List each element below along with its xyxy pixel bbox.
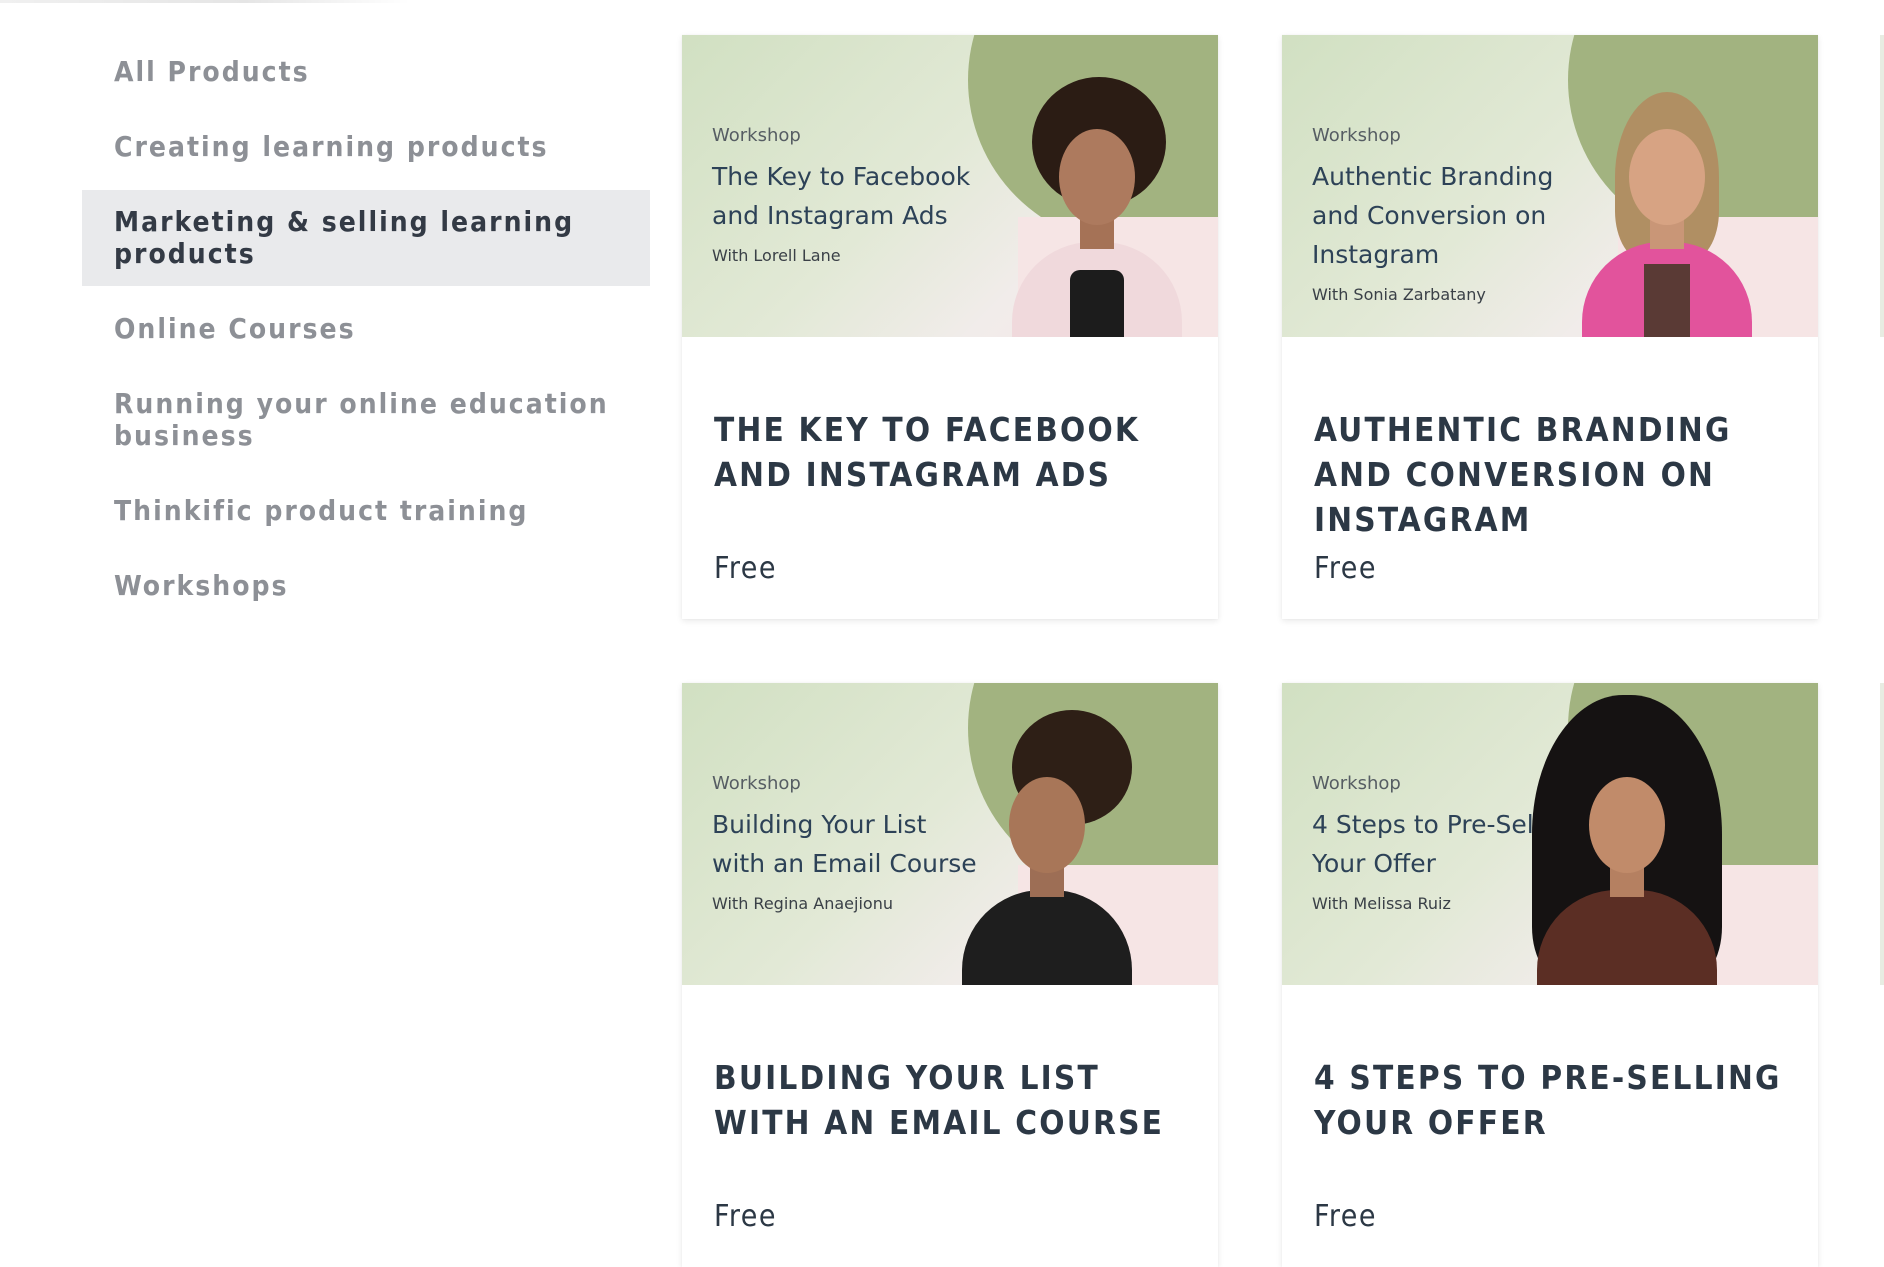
banner-eyebrow: Workshop [712, 773, 801, 794]
banner-title: Building Your List with an Email Course [712, 810, 977, 878]
product-banner-image[interactable]: Workshop Authentic Branding and Conversi… [1282, 35, 1818, 337]
product-card[interactable]: Workshop Authentic Branding and Conversi… [1282, 35, 1818, 619]
banner-eyebrow: Workshop [1312, 125, 1401, 146]
product-banner-image[interactable]: Workshop 4 Steps to Pre-Selling Your Off… [1282, 683, 1818, 985]
product-price: Free [1314, 1199, 1377, 1234]
instructor-photo [1492, 685, 1752, 985]
product-banner-image[interactable]: Workshop Building Your List with an Emai… [682, 683, 1218, 985]
product-price: Free [714, 551, 777, 586]
instructor-photo [952, 695, 1142, 985]
category-thinkific-training[interactable]: Thinkific product training [82, 479, 650, 543]
product-card[interactable]: Workshop The Key to Facebook and Instagr… [682, 35, 1218, 619]
banner-title: The Key to Facebook and Instagram Ads [712, 162, 971, 230]
product-title[interactable]: BUILDING YOUR LIST WITH AN EMAIL COURSE [714, 1055, 1188, 1165]
product-card[interactable]: Workshop Building Your List with an Emai… [682, 683, 1218, 1267]
next-card-edge [1880, 683, 1884, 985]
banner-eyebrow: Workshop [1312, 773, 1401, 794]
category-marketing-selling[interactable]: Marketing & selling learning products [82, 190, 650, 286]
banner-byline: With Sonia Zarbatany [1312, 285, 1486, 304]
category-running-business[interactable]: Running your online education business [82, 372, 650, 468]
category-online-courses[interactable]: Online Courses [82, 297, 650, 361]
category-workshops[interactable]: Workshops [82, 554, 650, 618]
instructor-photo [1012, 77, 1192, 337]
product-title[interactable]: THE KEY TO FACEBOOK AND INSTAGRAM ADS [714, 407, 1188, 517]
banner-byline: With Melissa Ruiz [1312, 894, 1451, 913]
product-title[interactable]: 4 STEPS TO PRE-SELLING YOUR OFFER [1314, 1055, 1788, 1165]
banner-title: Authentic Branding and Conversion on Ins… [1312, 162, 1554, 269]
header-shadow [0, 0, 410, 3]
instructor-photo [1567, 47, 1767, 337]
product-card[interactable]: Workshop 4 Steps to Pre-Selling Your Off… [1282, 683, 1818, 1267]
banner-byline: With Lorell Lane [712, 246, 841, 265]
product-title[interactable]: AUTHENTIC BRANDING AND CONVERSION ON INS… [1314, 407, 1788, 539]
category-all-products[interactable]: All Products [82, 40, 650, 104]
product-price: Free [1314, 551, 1377, 586]
category-creating-learning-products[interactable]: Creating learning products [82, 115, 650, 179]
banner-eyebrow: Workshop [712, 125, 801, 146]
product-price: Free [714, 1199, 777, 1234]
banner-byline: With Regina Anaejionu [712, 894, 893, 913]
product-banner-image[interactable]: Workshop The Key to Facebook and Instagr… [682, 35, 1218, 337]
category-sidebar: All Products Creating learning products … [82, 40, 650, 618]
next-card-edge [1880, 35, 1884, 337]
